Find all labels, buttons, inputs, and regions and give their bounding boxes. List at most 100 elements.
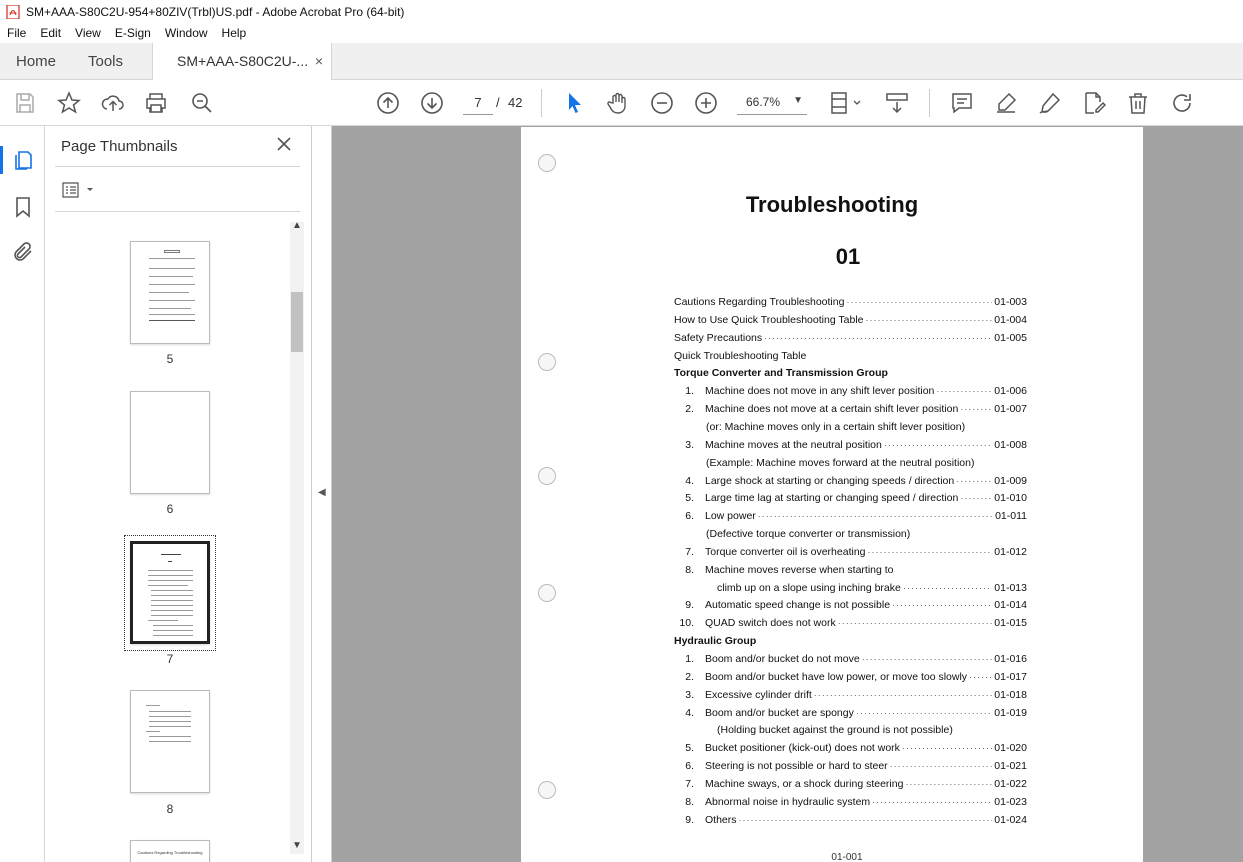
toc-entry[interactable]: Safety Precautions ······················…	[674, 332, 1027, 348]
toc-entry[interactable]: (Holding bucket against the ground is no…	[717, 724, 1027, 740]
toc-entry[interactable]: 5. Bucket positioner (kick-out) does not …	[674, 742, 1027, 758]
save-icon[interactable]	[13, 91, 37, 115]
hand-icon[interactable]	[606, 91, 630, 115]
toc-leader-dots: ········································…	[936, 386, 993, 397]
sign-icon[interactable]	[1038, 91, 1062, 115]
toc-entry[interactable]: 2. Machine does not move at a certain shi…	[674, 403, 1027, 419]
toc-entry-text: Torque converter oil is overheating	[705, 545, 866, 558]
toc-entry[interactable]: 1. Machine does not move in any shift lev…	[674, 385, 1027, 401]
next-page-icon[interactable]	[420, 91, 444, 115]
toc-entry[interactable]: 7. Torque converter oil is overheating ···…	[674, 546, 1027, 562]
scrollbar-thumb[interactable]	[291, 292, 303, 352]
toc-entry[interactable]: 5. Large time lag at starting or changing…	[674, 492, 1027, 508]
toc-entry-page: 01-003	[994, 296, 1027, 308]
toc-entry[interactable]: 6. Low power ·····························…	[674, 510, 1027, 526]
edit-icon[interactable]	[1082, 91, 1107, 115]
toolbar-divider	[929, 89, 930, 117]
scroll-down-icon[interactable]: ▼	[290, 840, 304, 854]
select-cursor-icon[interactable]	[563, 91, 587, 115]
toc-entry[interactable]: 8. Machine moves reverse when starting to	[674, 564, 1027, 580]
menu-edit[interactable]: Edit	[33, 26, 68, 40]
tab-document[interactable]: SM+AAA-S80C2U-... ×	[152, 43, 332, 81]
menu-window[interactable]: Window	[158, 26, 215, 40]
rotate-icon[interactable]	[1170, 91, 1194, 115]
thumbnail-page-9[interactable]: Cautions Regarding Troubleshooting	[130, 840, 210, 862]
scroll-mode-icon[interactable]	[885, 91, 909, 115]
toc-entry[interactable]: 10. QUAD switch does not work ············…	[674, 617, 1027, 633]
toc-entry[interactable]: (or: Machine moves only in a certain shi…	[706, 421, 1027, 437]
toc-entry[interactable]: (Defective torque converter or transmiss…	[706, 528, 1027, 544]
prev-page-icon[interactable]	[376, 91, 400, 115]
upload-icon[interactable]	[101, 91, 125, 115]
toc-entry-number: 2.	[685, 403, 694, 416]
toc-entry[interactable]: 7. Machine sways, or a shock during steer…	[674, 778, 1027, 794]
menu-esign[interactable]: E-Sign	[108, 26, 158, 40]
toc-entry-text: Quick Troubleshooting Table	[674, 349, 807, 362]
menu-bar: File Edit View E-Sign Window Help	[0, 23, 1243, 43]
close-tab-button[interactable]: ×	[315, 43, 323, 80]
toc-entry[interactable]: 9. Automatic speed change is not possible…	[674, 599, 1027, 615]
toc-entry[interactable]: 9. Others ································…	[674, 814, 1027, 830]
page-thumbnails-icon[interactable]	[11, 148, 35, 172]
toc-entry-number: 3.	[685, 688, 694, 701]
toc-entry-text: Hydraulic Group	[674, 635, 757, 648]
toc-entry[interactable]: (Example: Machine moves forward at the n…	[706, 457, 1027, 473]
attachment-icon[interactable]	[11, 240, 35, 264]
toc-leader-dots: ········································…	[865, 314, 993, 325]
toc-entry[interactable]: climb up on a slope using inching brake ·…	[717, 582, 1027, 598]
star-icon[interactable]	[57, 91, 81, 115]
print-icon[interactable]	[144, 91, 168, 115]
toc-entry[interactable]: 6. Steering is not possible or hard to st…	[674, 760, 1027, 776]
toc-entry[interactable]: Cautions Regarding Troubleshooting ······…	[674, 296, 1027, 312]
toc-entry-page: 01-023	[994, 795, 1027, 808]
thumbnail-page-5[interactable]	[130, 241, 210, 344]
tab-tools[interactable]: Tools	[88, 43, 123, 80]
thumbnail-page-7[interactable]	[130, 541, 210, 644]
scroll-up-icon[interactable]: ▲	[290, 220, 304, 234]
document-view[interactable]: Troubleshooting 01 Cautions Regarding Tr…	[332, 126, 1243, 862]
toc-entry[interactable]: How to Use Quick Troubleshooting Table ··…	[674, 314, 1027, 330]
panel-collapse-handle[interactable]: ◀	[312, 126, 332, 862]
thumbnail-page-8[interactable]	[130, 690, 210, 793]
toc-entry[interactable]: 8. Abnormal noise in hydraulic system ····…	[674, 796, 1027, 812]
toc-entry[interactable]: 4. Large shock at starting or changing sp…	[674, 475, 1027, 491]
tab-home[interactable]: Home	[16, 43, 56, 80]
menu-view[interactable]: View	[68, 26, 108, 40]
toc-entry-number: 1.	[685, 385, 694, 398]
toc-leader-dots: ········································…	[905, 778, 993, 789]
acrobat-icon	[6, 4, 20, 19]
toc-entry[interactable]: 4. Boom and/or bucket are spongy ·········…	[674, 707, 1027, 723]
toc-entry[interactable]: 1. Boom and/or bucket do not move ········…	[674, 653, 1027, 669]
toc-entry-page: 01-014	[994, 599, 1027, 612]
toc-entry[interactable]: 3. Machine moves at the neutral position ·…	[674, 439, 1027, 455]
highlight-icon[interactable]	[994, 91, 1018, 115]
zoom-in-icon[interactable]	[694, 91, 718, 115]
binder-hole	[538, 584, 556, 602]
toc-entry[interactable]: Torque Converter and Transmission Group	[674, 367, 1027, 383]
menu-file[interactable]: File	[0, 26, 33, 40]
toc-entry-page: 01-012	[994, 545, 1027, 558]
binder-hole	[538, 467, 556, 485]
toc-entry[interactable]: Hydraulic Group	[674, 635, 1027, 651]
page-number-input[interactable]	[463, 90, 493, 115]
menu-help[interactable]: Help	[215, 26, 254, 40]
find-icon[interactable]	[190, 91, 214, 115]
toc-entry-number: 1.	[685, 653, 694, 665]
toc-entry[interactable]: 3. Excessive cylinder drift ··············…	[674, 689, 1027, 705]
toc-leader-dots: ········································…	[757, 511, 994, 522]
close-panel-icon[interactable]	[276, 136, 292, 152]
delete-icon[interactable]	[1126, 91, 1150, 115]
bookmark-icon[interactable]	[11, 195, 35, 219]
zoom-dropdown[interactable]: 66.7% ▼	[737, 90, 807, 115]
toc-entry[interactable]: Quick Troubleshooting Table	[674, 350, 1027, 366]
toc-entry[interactable]: 2. Boom and/or bucket have low power, or …	[674, 671, 1027, 687]
fit-page-icon[interactable]	[829, 91, 865, 115]
toc-entry-text: Others	[705, 813, 737, 826]
toc-entry-text: Machine moves reverse when starting to	[705, 563, 894, 576]
toc-entry-number: 9.	[685, 813, 694, 826]
zoom-out-icon[interactable]	[650, 91, 674, 115]
toc-entry-text: QUAD switch does not work	[705, 617, 836, 630]
comment-icon[interactable]	[950, 91, 974, 115]
thumbnail-options-button[interactable]	[61, 181, 97, 199]
thumbnail-page-6[interactable]	[130, 391, 210, 494]
